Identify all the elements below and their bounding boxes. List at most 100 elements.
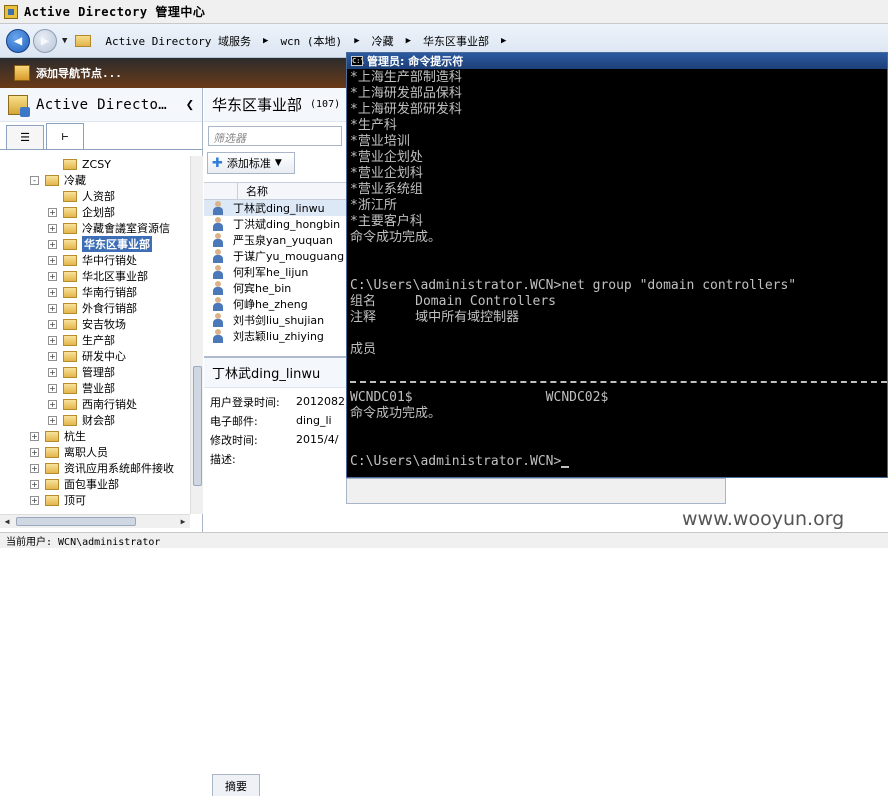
ou-folder-icon: [63, 398, 77, 410]
user-row[interactable]: 严玉泉yan_yuquan: [204, 232, 346, 248]
collapse-icon[interactable]: -: [30, 175, 39, 185]
tree-item[interactable]: + 外食行销部: [0, 300, 190, 316]
expand-icon[interactable]: +: [48, 239, 57, 249]
expand-icon[interactable]: +: [30, 463, 39, 473]
object-count: (107): [310, 99, 341, 110]
add-criteria-button[interactable]: ✚ 添加标准 ▼: [207, 152, 295, 174]
breadcrumb-item[interactable]: Active Directory 域服务: [105, 33, 251, 49]
tree-item[interactable]: + 西南行销处: [0, 396, 190, 412]
breadcrumb-chevron-icon[interactable]: ▶: [354, 36, 359, 46]
console-output[interactable]: *上海生产部制造科 *上海研发部品保科 *上海研发部研发科 *生产科 *营业培训 *营业企…: [350, 70, 887, 477]
tree-item[interactable]: + 面包事业部: [0, 476, 190, 492]
tree-item[interactable]: + 管理部: [0, 364, 190, 380]
expand-icon[interactable]: +: [48, 367, 57, 377]
user-icon: [212, 329, 224, 343]
tree-item[interactable]: + 杭生: [0, 428, 190, 444]
user-row[interactable]: 丁林武ding_linwu: [204, 200, 346, 216]
command-prompt-title: 管理员: 命令提示符: [367, 55, 464, 68]
expand-icon[interactable]: +: [48, 303, 57, 313]
expand-icon[interactable]: +: [48, 207, 57, 217]
add-nav-node-link[interactable]: 添加导航节点...: [36, 65, 122, 81]
tree-item[interactable]: + 企划部: [0, 204, 190, 220]
expand-icon[interactable]: +: [30, 495, 39, 505]
expand-icon[interactable]: +: [30, 431, 39, 441]
tree-horizontal-scrollbar[interactable]: ◀ ▶: [0, 514, 190, 528]
console-line: 注释 域中所有域控制器: [350, 310, 887, 326]
tree-item[interactable]: + 顶可: [0, 492, 190, 508]
breadcrumb-chevron-icon[interactable]: ▶: [406, 36, 411, 46]
tree-item[interactable]: + 华南行销部: [0, 284, 190, 300]
user-name: 刘书剑liu_shujian: [233, 314, 325, 327]
ou-folder-icon: [63, 350, 77, 362]
tree-item[interactable]: + 财会部: [0, 412, 190, 428]
action-bar: 添加导航节点...: [0, 58, 346, 88]
expand-icon[interactable]: +: [48, 319, 57, 329]
list-view-tab[interactable]: ☰: [6, 125, 44, 149]
tree-view-tab[interactable]: ⊢: [46, 123, 84, 149]
name-column-header[interactable]: 名称: [238, 183, 268, 199]
console-text: *营业系统组: [350, 182, 423, 197]
scroll-thumb[interactable]: [193, 366, 202, 486]
expand-icon[interactable]: +: [48, 335, 57, 345]
background-scrollbar[interactable]: [346, 478, 726, 504]
tree-item-label: 杭生: [64, 430, 86, 443]
tree-item[interactable]: 人资部: [0, 188, 190, 204]
tree-item[interactable]: + 资讯应用系统邮件接收: [0, 460, 190, 476]
expand-icon[interactable]: +: [48, 415, 57, 425]
command-prompt-window[interactable]: C:\ 管理员: 命令提示符 *上海生产部制造科 *上海研发部品保科 *上海研发部研…: [346, 52, 888, 478]
user-row[interactable]: 何峥he_zheng: [204, 296, 346, 312]
tree-item[interactable]: + 冷藏會議室資源信: [0, 220, 190, 236]
breadcrumb-item[interactable]: 冷藏: [372, 33, 394, 49]
expand-icon[interactable]: +: [48, 287, 57, 297]
details-title: 丁林武ding_linwu: [204, 358, 346, 388]
forward-button[interactable]: ▶: [33, 28, 57, 53]
window-title: Active Directory 管理中心: [24, 5, 206, 19]
tree-item[interactable]: + 生产部: [0, 332, 190, 348]
horizontal-scroll-thumb[interactable]: [16, 517, 136, 526]
scroll-left-icon[interactable]: ◀: [0, 517, 14, 526]
view-tabs: ☰ ⊢: [0, 122, 202, 150]
tree-item[interactable]: - 冷藏: [0, 172, 190, 188]
breadcrumb-chevron-icon[interactable]: ▶: [501, 36, 506, 46]
tree-item[interactable]: + 华北区事业部: [0, 268, 190, 284]
tree-item[interactable]: + 华中行销处: [0, 252, 190, 268]
history-dropdown-icon[interactable]: ▼: [62, 36, 67, 46]
scroll-right-icon[interactable]: ▶: [176, 517, 190, 526]
add-node-icon: [14, 65, 30, 81]
tree-item[interactable]: + 离职人员: [0, 444, 190, 460]
expand-icon: [48, 192, 57, 201]
expand-icon[interactable]: +: [48, 351, 57, 361]
expand-icon[interactable]: +: [48, 223, 57, 233]
user-row[interactable]: 丁洪斌ding_hongbin: [204, 216, 346, 232]
user-row[interactable]: 何宾he_bin: [204, 280, 346, 296]
user-row[interactable]: 刘志颖liu_zhiying: [204, 328, 346, 344]
breadcrumb-item[interactable]: wcn (本地): [280, 33, 342, 49]
tree-item[interactable]: + 营业部: [0, 380, 190, 396]
tree-item[interactable]: + 安吉牧场: [0, 316, 190, 332]
console-line: C:\Users\administrator.WCN>net group "do…: [350, 278, 887, 294]
tree-vertical-scrollbar[interactable]: [190, 156, 203, 514]
expand-icon[interactable]: +: [48, 399, 57, 409]
expand-icon[interactable]: +: [30, 479, 39, 489]
expand-icon[interactable]: +: [48, 255, 57, 265]
collapse-pane-icon[interactable]: ❮: [186, 97, 194, 113]
tree-item[interactable]: ZCSY: [0, 156, 190, 172]
expand-icon[interactable]: +: [48, 383, 57, 393]
user-icon: [212, 265, 224, 279]
tree-item[interactable]: + 研发中心: [0, 348, 190, 364]
back-button[interactable]: ◀: [6, 28, 30, 53]
type-column-header[interactable]: [204, 183, 238, 199]
ou-folder-icon: [63, 414, 77, 426]
user-row[interactable]: 何利军he_lijun: [204, 264, 346, 280]
expand-icon[interactable]: +: [48, 271, 57, 281]
tree-item[interactable]: + 华东区事业部: [0, 236, 190, 252]
user-row[interactable]: 于谋广yu_mouguang: [204, 248, 346, 264]
breadcrumb-chevron-icon[interactable]: ▶: [263, 36, 268, 46]
user-row[interactable]: 刘书剑liu_shujian: [204, 312, 346, 328]
filter-input[interactable]: 筛选器: [208, 126, 342, 146]
summary-tab[interactable]: 摘要: [212, 774, 260, 796]
breadcrumb-item[interactable]: 华东区事业部: [423, 33, 489, 49]
command-prompt-title-bar[interactable]: C:\ 管理员: 命令提示符: [347, 53, 887, 69]
expand-icon[interactable]: +: [30, 447, 39, 457]
